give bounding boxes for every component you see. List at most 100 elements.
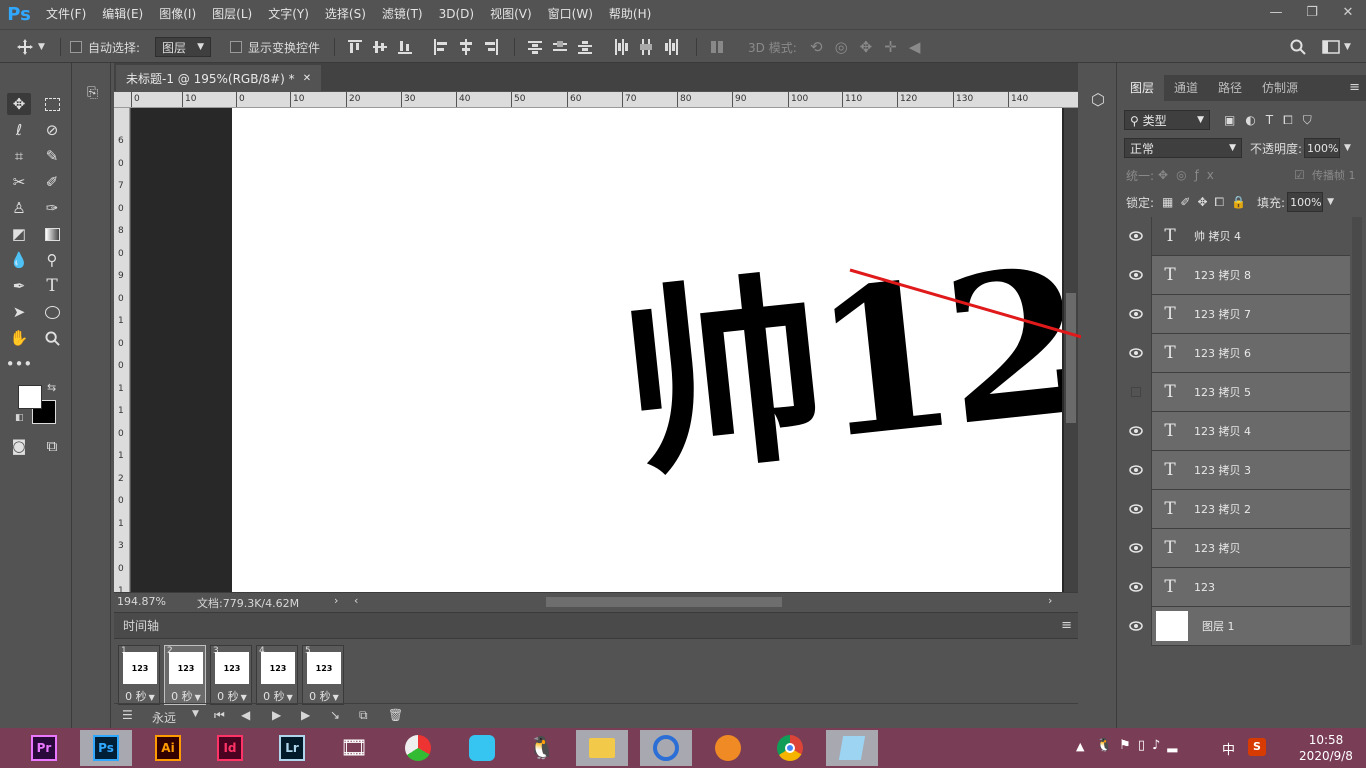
frame-delay[interactable]: 0 秒 ▼ [211,688,253,704]
system-clock[interactable]: 10:58 2020/9/8 [1296,732,1356,764]
loop-dropdown[interactable]: 永远 [152,709,176,726]
3d-roll-icon[interactable]: ◎ [835,38,848,56]
first-frame-icon[interactable]: ⏮ [214,708,225,723]
layer-row[interactable]: T 123 [1120,567,1350,607]
eyedropper-tool[interactable]: ✎ [40,145,64,167]
trash-icon[interactable]: 🗑 [388,708,403,722]
document-tab[interactable]: 未标题-1 @ 195%(RGB/8#) * ✕ [116,65,322,91]
horizontal-scroll-thumb[interactable] [546,597,782,607]
history-icon[interactable]: ⎘ [87,85,98,101]
layer-row[interactable]: 图层 1 [1120,606,1350,646]
auto-select-dropdown[interactable]: 图层 ▼ [155,30,211,64]
minimize-button[interactable]: — [1258,0,1294,24]
taskbar-app[interactable]: Ps [80,730,132,766]
filter-kind-dropdown[interactable]: ⚲ 类型 ▼ [1124,110,1210,130]
duplicate-frame-icon[interactable]: ⧉ [359,708,368,723]
visibility-eye-icon[interactable] [1120,450,1152,490]
layer-row[interactable]: T 123 拷贝 4 [1120,411,1350,451]
animation-frame[interactable]: 2 123 0 秒 ▼ [164,645,206,705]
fill-field[interactable]: 100% [1287,192,1324,212]
visibility-eye-icon[interactable] [1120,216,1152,256]
blend-mode-dropdown[interactable]: 正常 ▼ [1124,138,1242,158]
panel-menu-icon[interactable]: ≡ [1061,618,1072,633]
frame-delay[interactable]: 0 秒 ▼ [165,688,207,704]
layer-row[interactable]: T 123 拷贝 [1120,528,1350,568]
layer-row[interactable]: T 123 拷贝 6 [1120,333,1350,373]
visibility-eye-icon[interactable] [1120,606,1152,646]
visibility-eye-icon[interactable] [1120,372,1152,412]
close-button[interactable]: ✕ [1330,0,1366,24]
auto-select-checkbox[interactable]: 自动选择: [70,30,140,64]
align-right-icon[interactable] [484,39,498,55]
menu-item[interactable]: 文字(Y) [260,0,317,28]
taskbar-browser-app[interactable] [392,730,444,766]
stamp-tool[interactable]: ♙ [7,197,31,219]
convert-timeline-icon[interactable]: ☰ [122,708,133,722]
taskbar-app[interactable]: Lr [266,730,318,766]
taskbar-qq-app[interactable]: 🐧 [516,730,568,766]
menu-item[interactable]: 窗口(W) [540,0,601,28]
visibility-eye-icon[interactable] [1120,294,1152,334]
frame-delay[interactable]: 0 秒 ▼ [257,688,299,704]
menu-item[interactable]: 3D(D) [431,0,482,28]
unify-icons[interactable]: ✥◎ƒx [1158,168,1222,182]
tray-icons[interactable]: 🐧⚑▯♪▂ [1096,738,1184,753]
more-tools[interactable]: ••• [6,353,33,375]
layer-row[interactable]: T 123 拷贝 2 [1120,489,1350,529]
chevron-down-icon[interactable]: ▼ [1344,143,1351,153]
type-tool[interactable]: T [40,275,64,297]
tray-arrow-icon[interactable]: ▲ [1076,740,1084,753]
distribute-left-icon[interactable] [614,39,628,55]
3d-cube-icon[interactable]: ⬡ [1091,90,1105,109]
layer-row[interactable]: T 123 拷贝 7 [1120,294,1350,334]
align-vcenter-icon[interactable] [373,39,387,55]
default-colors-icon[interactable]: ◧ [15,413,24,423]
sogou-icon[interactable]: S [1248,738,1266,756]
pen-tool[interactable]: ✒ [7,275,31,297]
prev-frame-icon[interactable]: ◀ [241,708,250,722]
visibility-eye-icon[interactable] [1120,528,1152,568]
panel-tab[interactable]: 仿制源 [1252,75,1308,101]
zoom-level[interactable]: 194.87% [117,595,166,608]
chevron-right-icon[interactable]: › [334,594,338,607]
layer-row[interactable]: T 123 拷贝 5 [1120,372,1350,412]
zoom-tool[interactable] [40,327,64,349]
visibility-eye-icon[interactable] [1120,567,1152,607]
taskbar-chrome-app[interactable] [764,730,816,766]
chevron-right-icon[interactable]: › [1048,594,1052,607]
menu-item[interactable]: 视图(V) [482,0,540,28]
panel-tab[interactable]: 图层 [1120,75,1165,101]
crop-tool[interactable]: ⌗ [7,145,31,167]
hand-tool[interactable]: ✋ [7,327,31,349]
taskbar-media-app[interactable]: 🎞 [328,730,380,766]
quick-mask-button[interactable]: ◙ [7,435,31,457]
3d-slide-icon[interactable]: ✛ [884,38,897,56]
menu-item[interactable]: 编辑(E) [94,0,151,28]
distribute-right-icon[interactable] [664,39,678,55]
foreground-color-swatch[interactable] [18,385,42,409]
align-bottom-icon[interactable] [398,39,412,55]
ime-indicator[interactable]: 中 [1222,739,1235,758]
chevron-down-icon[interactable]: ▼ [1327,197,1334,207]
animation-frame[interactable]: 4 123 0 秒 ▼ [256,645,298,705]
3d-rotate-icon[interactable]: ⟲ [810,38,823,56]
layer-row[interactable]: T 123 拷贝 8 [1120,255,1350,295]
taskbar-edge-app[interactable] [640,730,692,766]
ellipse-tool[interactable] [40,301,64,323]
menu-item[interactable]: 图层(L) [204,0,260,28]
taskbar-explorer-app[interactable] [576,730,628,766]
3d-scale-icon[interactable]: ◀ [909,38,921,56]
play-icon[interactable]: ▶ [272,708,281,722]
visibility-eye-icon[interactable] [1120,333,1152,373]
quick-select-tool[interactable]: ⊘ [40,119,64,141]
3d-pan-icon[interactable]: ✥ [860,38,873,56]
visibility-eye-icon[interactable] [1120,489,1152,529]
taskbar-app[interactable]: Id [204,730,256,766]
distribute-hcenter-icon[interactable] [639,39,653,55]
menu-item[interactable]: 选择(S) [317,0,374,28]
taskbar-app[interactable]: Ai [142,730,194,766]
panel-tab[interactable]: 路径 [1208,75,1252,101]
show-transform-checkbox[interactable]: 显示变换控件 [230,30,320,64]
dodge-tool[interactable]: ⚲ [40,249,64,271]
chevron-left-icon[interactable]: ‹ [354,594,358,607]
